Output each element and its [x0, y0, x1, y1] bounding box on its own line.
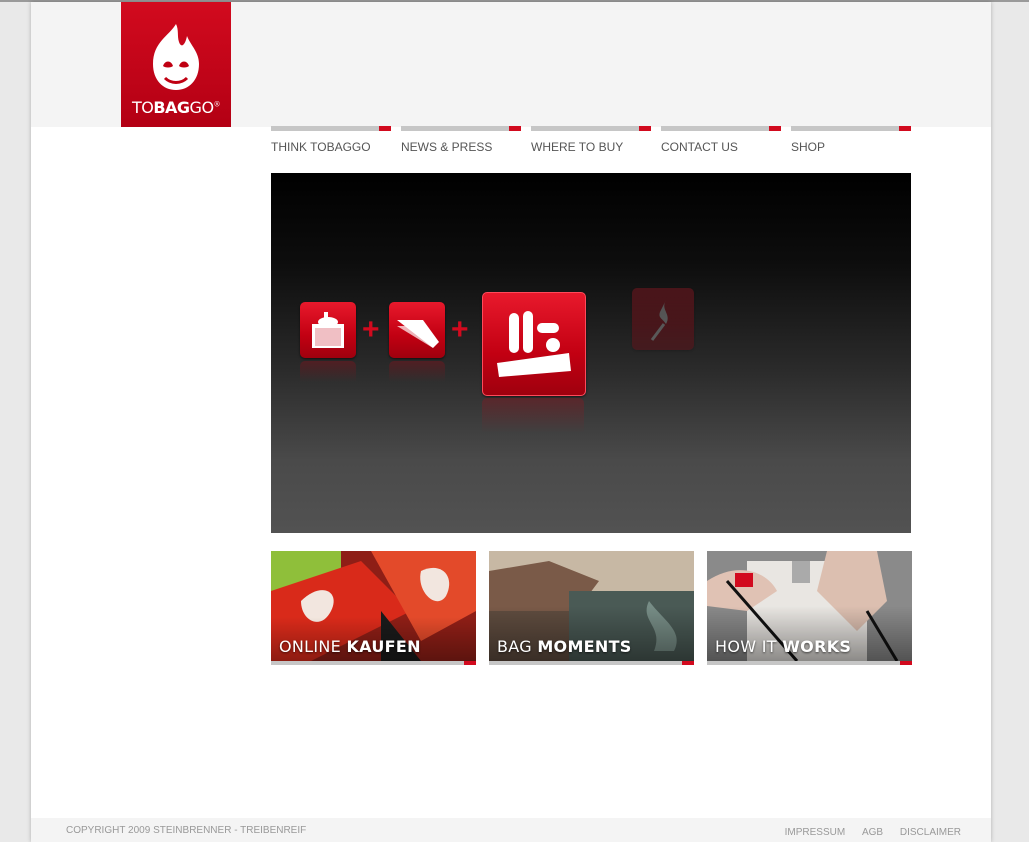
teaser-label: BAG MOMENTS [497, 637, 632, 656]
ashtray-icon [300, 302, 356, 358]
nav-bar [401, 126, 509, 131]
paper-icon [389, 302, 445, 358]
nav-item-shop[interactable]: SHOP [791, 126, 911, 166]
teaser-label: ONLINE KAUFEN [279, 637, 421, 656]
teaser-bar [707, 661, 900, 665]
nav-accent [899, 126, 911, 131]
nav-label: SHOP [791, 140, 826, 154]
nav-bar [531, 126, 639, 131]
nav-bar [271, 126, 379, 131]
tobaggo-logo[interactable]: TOBAGGO® [121, 2, 231, 127]
nav-label: WHERE TO BUY [531, 140, 624, 154]
teaser-row: ONLINE KAUFEN BAG MOMENTS HOW IT WORKS [271, 551, 912, 669]
match-flame-icon [632, 288, 694, 350]
teaser-accent [900, 661, 912, 665]
teaser-online-kaufen[interactable]: ONLINE KAUFEN [271, 551, 476, 666]
charcoal-bag-icon [482, 292, 586, 396]
teaser-accent [464, 661, 476, 665]
nav-item-contact-us[interactable]: CONTACT US [661, 126, 781, 166]
nav-label: CONTACT US [661, 140, 738, 154]
flame-logo-icon [153, 24, 199, 90]
footer: COPYRIGHT 2009 STEINBRENNER - TREIBENREI… [31, 818, 991, 842]
footer-link-disclaimer[interactable]: DISCLAIMER [900, 827, 961, 838]
footer-links: IMPRESSUM AGB DISCLAIMER [771, 827, 961, 838]
nav-accent [769, 126, 781, 131]
nav-label: THINK TOBAGGO [271, 140, 371, 154]
logo-wordmark: TOBAGGO® [131, 98, 221, 117]
hero-banner[interactable]: + + [271, 173, 911, 533]
main-nav: THINK TOBAGGO NEWS & PRESS WHERE TO BUY … [271, 126, 911, 166]
plus-icon: + [451, 313, 469, 346]
nav-item-think-tobaggo[interactable]: THINK TOBAGGO [271, 126, 391, 166]
nav-item-where-to-buy[interactable]: WHERE TO BUY [531, 126, 651, 166]
teaser-accent [682, 661, 694, 665]
teaser-bag-moments[interactable]: BAG MOMENTS [489, 551, 694, 666]
plus-icon: + [362, 313, 380, 346]
nav-bar [791, 126, 899, 131]
nav-item-news-press[interactable]: NEWS & PRESS [401, 126, 521, 166]
nav-bar [661, 126, 769, 131]
teaser-how-it-works[interactable]: HOW IT WORKS [707, 551, 912, 666]
page-container: TOBAGGO® THINK TOBAGGO NEWS & PRESS WHER… [31, 2, 991, 842]
teaser-bar [489, 661, 682, 665]
footer-link-agb[interactable]: AGB [862, 827, 883, 838]
nav-accent [379, 126, 391, 131]
tile-reflection [300, 361, 356, 391]
nav-label: NEWS & PRESS [401, 140, 493, 154]
copyright-text: COPYRIGHT 2009 STEINBRENNER - TREIBENREI… [66, 825, 307, 836]
teaser-label: HOW IT WORKS [715, 637, 852, 656]
footer-link-impressum[interactable]: IMPRESSUM [785, 827, 846, 838]
tile-reflection [482, 398, 584, 448]
nav-accent [639, 126, 651, 131]
tile-reflection [389, 361, 445, 391]
nav-accent [509, 126, 521, 131]
teaser-bar [271, 661, 464, 665]
